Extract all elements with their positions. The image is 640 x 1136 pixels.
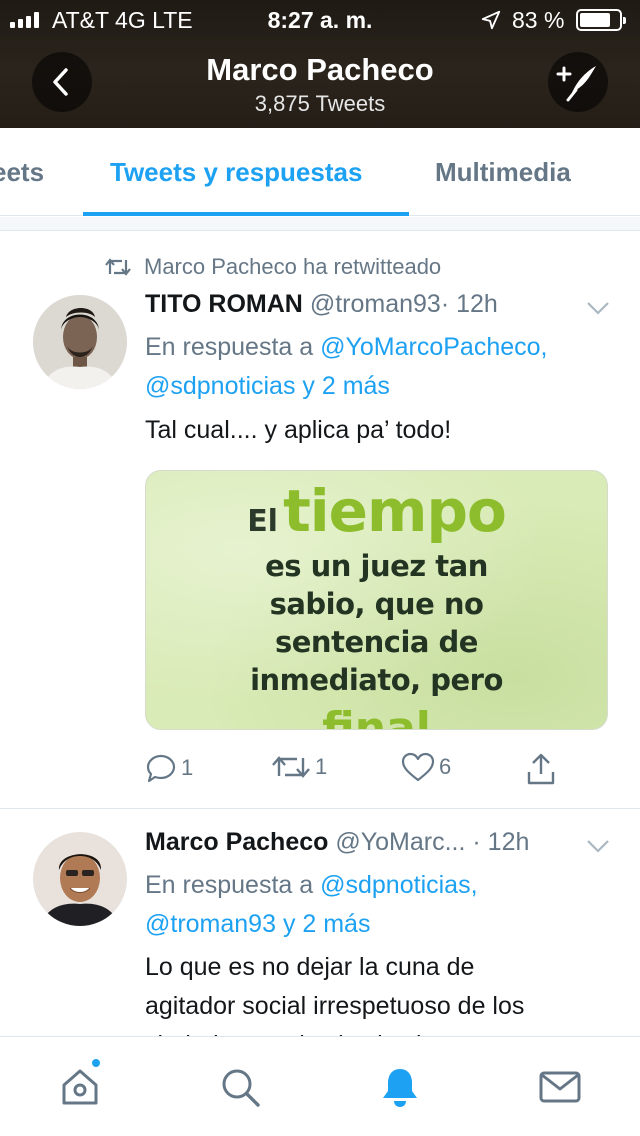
retweet-button[interactable]: 1: [271, 752, 327, 782]
tweet-text: Tal cual.... y aplica pa’ todo!: [145, 416, 452, 444]
compose-feather-icon: [556, 66, 596, 102]
reply-context: En respuesta a @YoMarcoPacheco, @sdpnoti…: [145, 328, 547, 406]
bottom-tab-bar: [0, 1036, 640, 1136]
heart-icon: [401, 752, 435, 782]
avatar[interactable]: [33, 832, 127, 926]
top-bar: AT&T 4G LTE 8:27 a. m. 83 % Marco Pachec…: [0, 0, 640, 128]
tweet-header: Marco Pacheco @YoMarc... · 12h: [145, 828, 529, 857]
retweet-label: Marco Pacheco ha retwitteado: [144, 254, 442, 279]
profile-tabs: eets Tweets y respuestas Multimedia: [0, 128, 640, 216]
home-icon[interactable]: [58, 1065, 102, 1109]
image-text-line: sabio, que no: [269, 587, 484, 621]
tab-multimedia[interactable]: Multimedia: [435, 157, 571, 188]
reply-icon: [146, 754, 176, 783]
reply-prefix: En respuesta a: [145, 871, 321, 899]
retweet-icon: [272, 756, 310, 778]
image-text-cut: final: [322, 703, 431, 730]
like-button[interactable]: 6: [401, 752, 451, 782]
share-icon: [527, 753, 555, 785]
retweet-icon: [105, 258, 131, 276]
author-handle[interactable]: @YoMarc...: [335, 828, 465, 856]
battery-icon: [576, 9, 626, 31]
battery-percent: 83 %: [512, 7, 565, 33]
image-text-line: inmediato, pero: [250, 663, 503, 697]
mention-link[interactable]: @YoMarcoPacheco,: [320, 333, 547, 361]
tweet-header: TITO ROMAN @troman93· 12h: [145, 290, 498, 319]
reply-prefix: En respuesta a: [145, 333, 321, 361]
retweet-count: 1: [315, 754, 328, 779]
unread-dot: [90, 1057, 102, 1069]
share-button[interactable]: [525, 752, 557, 786]
avatar[interactable]: [33, 295, 127, 389]
messages-envelope-icon[interactable]: [538, 1065, 582, 1109]
chevron-down-icon[interactable]: [586, 838, 610, 854]
image-text-line: es un juez tan: [265, 549, 488, 583]
tab-tweets[interactable]: eets: [0, 157, 44, 188]
image-text-line: sentencia de: [275, 625, 478, 659]
search-icon[interactable]: [218, 1065, 262, 1109]
tweet-time: · 12h: [472, 828, 530, 856]
author-name[interactable]: TITO ROMAN: [145, 290, 303, 318]
mention-link[interactable]: @troman93 y 2 más: [145, 910, 370, 938]
tweet-divider: [0, 808, 640, 809]
tab-tweets-y-respuestas[interactable]: Tweets y respuestas: [110, 157, 362, 188]
avatar-photo: [33, 832, 127, 926]
image-headline: El tiempo: [247, 477, 507, 545]
tweet-image[interactable]: El tiempo es un juez tan sabio, que no s…: [145, 470, 608, 730]
tweet-text-line: Lo que es no dejar la cuna de: [145, 953, 475, 981]
mention-link[interactable]: @sdpnoticias,: [320, 871, 477, 899]
section-gap: [0, 217, 640, 231]
compose-button[interactable]: [548, 52, 608, 112]
tweet-text-line: agitador social irrespetuoso de los: [145, 992, 525, 1020]
avatar-photo: [33, 295, 127, 389]
like-count: 6: [439, 754, 452, 779]
notifications-bell-icon[interactable]: [378, 1065, 422, 1109]
status-bar: AT&T 4G LTE 8:27 a. m. 83 %: [0, 0, 640, 40]
location-arrow-icon: [481, 10, 501, 30]
mention-link[interactable]: @sdpnoticias y 2 más: [145, 372, 390, 400]
tweet-actions: 1 1 6: [145, 752, 605, 792]
reply-button[interactable]: 1: [145, 752, 193, 784]
retweet-context[interactable]: Marco Pacheco ha retwitteado: [104, 252, 441, 282]
author-name[interactable]: Marco Pacheco: [145, 828, 328, 856]
tweet-count: 3,875 Tweets: [254, 91, 386, 116]
tweet-time: · 12h: [440, 290, 498, 318]
author-handle[interactable]: @troman93: [310, 290, 441, 318]
active-tab-indicator: [83, 212, 409, 216]
reply-context: En respuesta a @sdpnoticias, @troman93 y…: [145, 866, 478, 944]
reply-count: 1: [181, 755, 194, 780]
chevron-down-icon[interactable]: [586, 300, 610, 316]
profile-name-title: Marco Pacheco: [206, 52, 434, 87]
